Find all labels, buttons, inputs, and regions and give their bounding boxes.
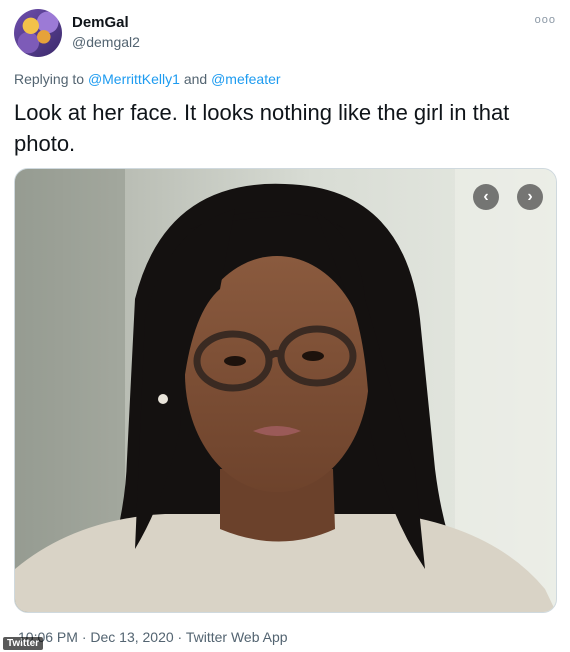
tweet-timestamp[interactable]: 10:06 PM · Dec 13, 2020 · Twitter Web Ap… [18,629,288,645]
portrait-photo-illustration [15,169,556,612]
reply-prefix: Replying to [14,71,88,87]
tweet-text: Look at her face. It looks nothing like … [14,100,510,156]
avatar[interactable] [14,9,62,57]
mention-link-mefeater[interactable]: @mefeater [211,71,280,87]
reply-context: Replying to @MerrittKelly1 and @mefeater [14,71,281,87]
author-display-name[interactable]: DemGal [72,14,129,31]
twitter-watermark: Twitter [3,637,44,650]
previous-photo-button[interactable]: ‹ [473,184,499,210]
reply-conjunction: and [179,71,212,87]
author-handle[interactable]: @demgal2 [72,34,140,50]
more-options-icon[interactable]: ooo [535,14,556,26]
mention-link-merrittkelly1[interactable]: @MerrittKelly1 [88,71,180,87]
tweet-card: DemGal @demgal2 ooo Replying to @Merritt… [0,0,570,652]
tweet-photo[interactable] [14,168,557,613]
next-photo-button[interactable]: › [517,184,543,210]
